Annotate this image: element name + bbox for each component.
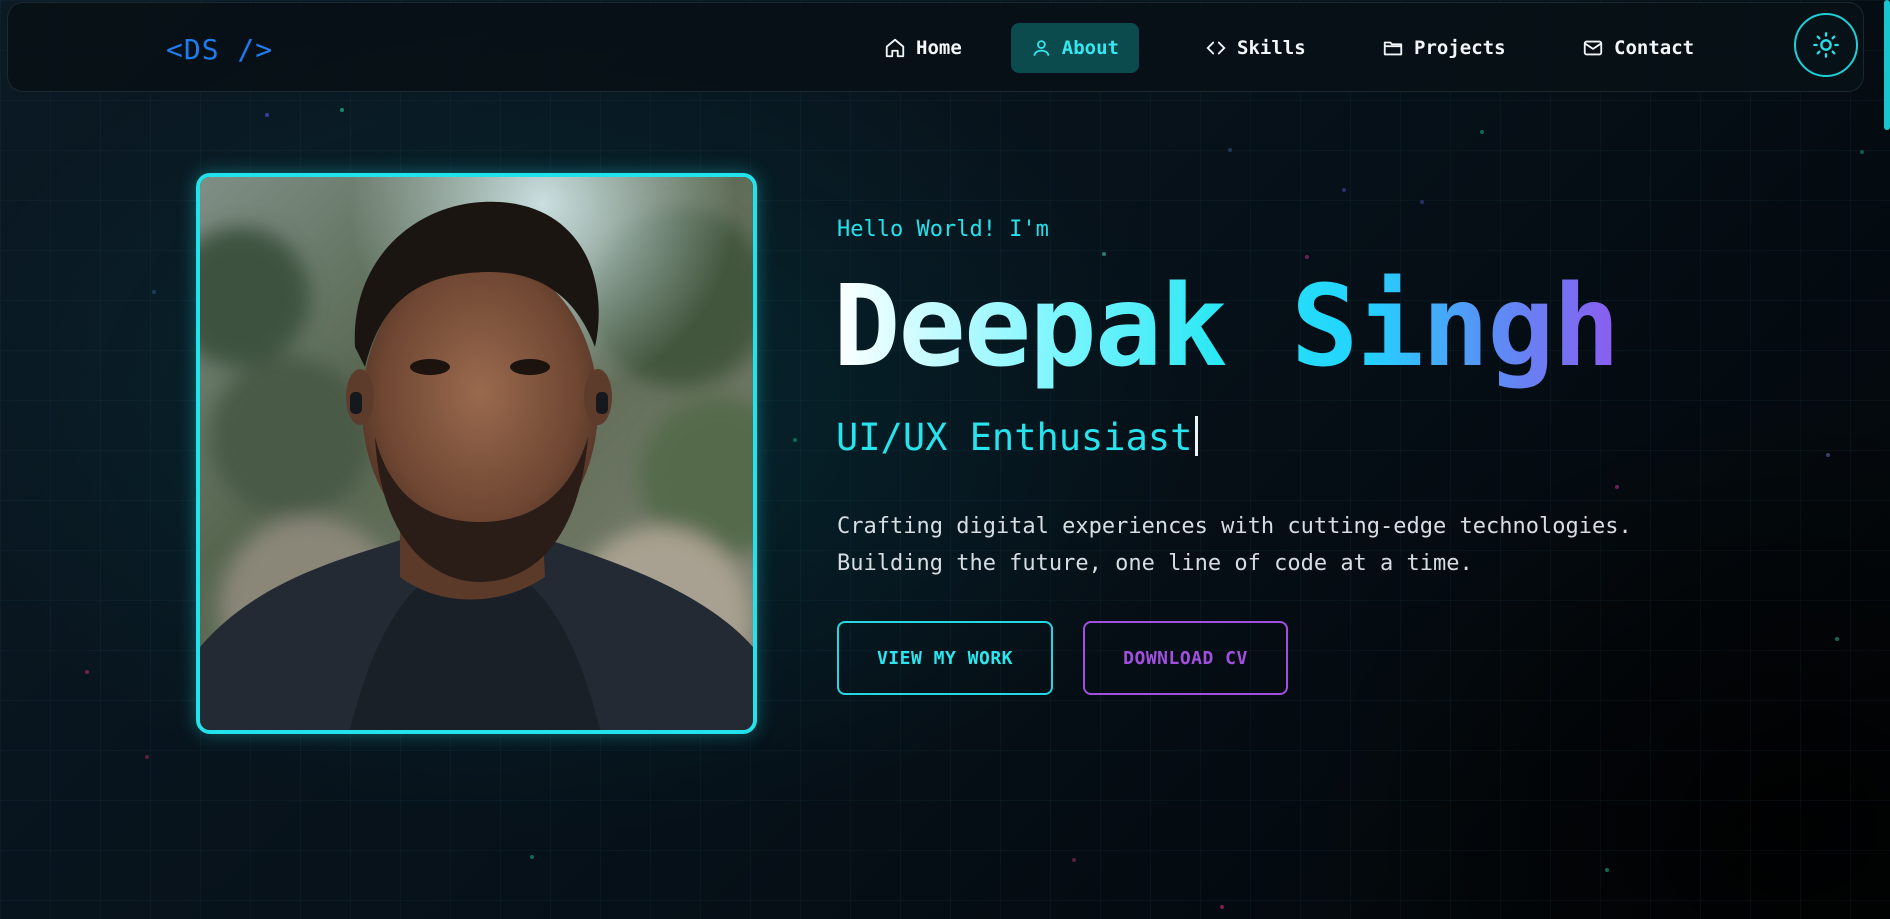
hero-greeting: Hello World! I'm <box>837 217 1049 242</box>
view-my-work-button[interactable]: VIEW MY WORK <box>837 621 1053 695</box>
nav-label-skills: Skills <box>1237 37 1306 59</box>
nav-label-projects: Projects <box>1414 37 1506 59</box>
hero-description: Crafting digital experiences with cuttin… <box>837 508 1632 582</box>
profile-photo <box>196 173 757 734</box>
typing-cursor <box>1195 416 1199 456</box>
folder-icon <box>1383 41 1403 56</box>
top-navbar: <DS /> Home About Skills Projects Contac… <box>7 2 1864 92</box>
scroll-progress-bar <box>1884 0 1890 130</box>
profile-photo-illustration <box>200 177 753 730</box>
nav-item-projects[interactable]: Projects <box>1362 23 1526 73</box>
nav-label-contact: Contact <box>1614 37 1695 59</box>
hero-name: Deepak Singh <box>833 262 1620 392</box>
nav-label-about: About <box>1061 37 1119 59</box>
hero-role-text: UI/UX Enthusiast <box>836 416 1193 459</box>
home-icon <box>885 38 905 58</box>
theme-toggle-button[interactable] <box>1794 13 1858 77</box>
user-icon <box>1033 40 1050 56</box>
site-logo[interactable]: <DS /> <box>166 33 273 66</box>
nav-item-contact[interactable]: Contact <box>1562 23 1714 73</box>
nav-item-about[interactable]: About <box>1011 23 1139 73</box>
code-icon <box>1206 41 1226 55</box>
nav-item-home[interactable]: Home <box>864 23 982 73</box>
nav-label-home: Home <box>916 37 962 59</box>
hero-description-line-1: Crafting digital experiences with cuttin… <box>837 514 1632 539</box>
download-cv-button[interactable]: DOWNLOAD CV <box>1083 621 1288 695</box>
mail-icon <box>1583 40 1603 56</box>
nav-item-skills[interactable]: Skills <box>1185 23 1326 73</box>
hero-description-line-2: Building the future, one line of code at… <box>837 551 1473 576</box>
hero-role: UI/UX Enthusiast <box>836 416 1199 459</box>
sun-icon <box>1813 32 1839 58</box>
